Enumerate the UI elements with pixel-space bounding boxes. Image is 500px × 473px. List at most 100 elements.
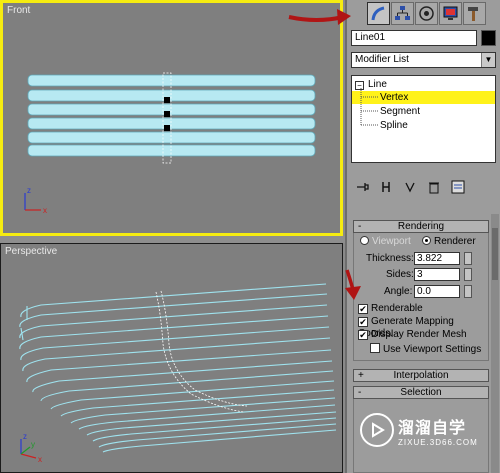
- selection-rollout-header[interactable]: - Selection: [353, 386, 489, 399]
- display-mesh-check[interactable]: ✔: [358, 330, 368, 340]
- front-viewport[interactable]: Front z x: [0, 0, 343, 236]
- display-tab[interactable]: [439, 2, 462, 25]
- chevron-down-icon: ▼: [481, 53, 495, 67]
- motion-icon: [419, 6, 434, 21]
- configure-modifier-sets-button[interactable]: [449, 178, 467, 196]
- stack-tree-lines: [360, 88, 378, 126]
- hierarchy-tab[interactable]: [391, 2, 414, 25]
- renderer-radio[interactable]: Renderer: [422, 236, 476, 248]
- bench-slat: [32, 360, 333, 393]
- renderable-check[interactable]: ✔: [358, 304, 368, 314]
- hierarchy-icon: [395, 6, 410, 20]
- use-viewport-checkbox[interactable]: Use Viewport Settings: [370, 343, 481, 356]
- display-mesh-label: Display Render Mesh: [371, 329, 467, 340]
- renderer-radio-label: Renderer: [434, 236, 476, 247]
- bench-slat: [78, 404, 336, 430]
- perspective-bench-wireframe: z x y: [19, 283, 337, 464]
- bench-slat: [60, 389, 335, 417]
- rendering-rollout-header[interactable]: - Rendering: [353, 220, 489, 233]
- use-viewport-check[interactable]: [370, 343, 380, 353]
- panel-scrollbar[interactable]: [491, 214, 499, 473]
- annotation-arrow-top: [288, 9, 351, 25]
- end-result-icon: [382, 182, 390, 192]
- show-end-result-button[interactable]: [377, 178, 395, 196]
- bench-slat: [19, 304, 328, 339]
- viewport-radio[interactable]: Viewport: [360, 236, 411, 248]
- persp-axis-x-label: x: [38, 455, 42, 464]
- gen-mapping-check[interactable]: ✔: [358, 317, 368, 327]
- interpolation-title: Interpolation: [393, 370, 449, 381]
- bench-slat: [27, 131, 316, 144]
- watermark-play-icon: [360, 413, 394, 447]
- rendering-collapse-sign: -: [358, 221, 362, 232]
- display-icon: [443, 6, 458, 20]
- viewport-separator[interactable]: [0, 236, 345, 243]
- hammer-icon: [468, 7, 478, 21]
- thickness-input[interactable]: 3.822: [414, 252, 460, 265]
- renderable-checkbox[interactable]: ✔ Renderable: [358, 303, 423, 315]
- angle-spinner[interactable]: [464, 285, 472, 298]
- bench-slat: [20, 283, 327, 318]
- bench-slat: [40, 370, 334, 402]
- vertex-marker: [164, 111, 170, 117]
- modify-tab[interactable]: [367, 2, 390, 25]
- angle-input[interactable]: 0.0: [414, 285, 460, 298]
- watermark-chinese: 溜溜自学: [398, 419, 467, 437]
- use-viewport-label: Use Viewport Settings: [383, 344, 482, 355]
- bench-slat: [19, 315, 329, 350]
- annotation-arrow-renderable: [345, 269, 361, 300]
- bench-slat: [19, 293, 328, 328]
- bench-slat: [27, 89, 316, 102]
- perspective-axis-tripod: z x y: [20, 432, 42, 464]
- perspective-viewport[interactable]: Perspective z x y: [0, 243, 343, 473]
- renderable-label: Renderable: [371, 303, 423, 314]
- angle-label: Angle:: [384, 286, 413, 297]
- bench-slat: [20, 326, 330, 361]
- sides-label: Sides:: [386, 269, 414, 280]
- utilities-tab[interactable]: [463, 2, 486, 25]
- pin-icon: [357, 183, 369, 191]
- display-mesh-checkbox[interactable]: ✔ Display Render Mesh: [358, 329, 467, 341]
- persp-axis-z-label: z: [23, 432, 27, 441]
- vertex-marker: [164, 97, 170, 103]
- renderer-radio-button[interactable]: [422, 236, 431, 245]
- watermark-logo: 溜溜自学 ZIXUE.3D66.COM: [360, 412, 492, 448]
- config-icon: [451, 180, 465, 194]
- viewport-radio-button[interactable]: [360, 236, 369, 245]
- modify-icon: [371, 6, 385, 21]
- pin-stack-button[interactable]: [353, 178, 371, 196]
- thickness-spinner[interactable]: [464, 252, 472, 265]
- object-name-field[interactable]: Line01: [351, 30, 477, 46]
- interpolation-expand-sign: +: [358, 370, 364, 381]
- front-axis-tripod: z x: [24, 186, 47, 215]
- command-panel-tabs: [367, 2, 486, 26]
- bench-slat: [26, 349, 332, 383]
- bench-slat: [27, 103, 316, 116]
- unique-icon: [405, 182, 415, 193]
- watermark-pinyin: ZIXUE.3D66.COM: [398, 437, 478, 447]
- sides-spinner[interactable]: [464, 268, 472, 281]
- interpolation-rollout-header[interactable]: + Interpolation: [353, 369, 489, 382]
- modifier-list-dropdown[interactable]: Modifier List ▼: [351, 52, 496, 68]
- command-panel: Line01 Modifier List ▼ − Line Vertex Segm…: [288, 0, 500, 473]
- remove-modifier-button[interactable]: [425, 178, 443, 196]
- panel-scroll-thumb[interactable]: [492, 228, 498, 280]
- selection-collapse-sign: -: [358, 387, 362, 398]
- vertex-marker: [164, 125, 170, 131]
- rendering-rollout-body: Viewport Renderer Thickness: 3.822 Sides…: [353, 233, 489, 361]
- bench-slat: [27, 117, 316, 130]
- modifier-stack[interactable]: − Line Vertex Segment Spline: [351, 75, 496, 163]
- motion-tab[interactable]: [415, 2, 438, 25]
- modifier-stack-toolbar: [353, 176, 497, 198]
- object-color-swatch[interactable]: [481, 30, 496, 46]
- bench-slat: [27, 144, 316, 157]
- sides-input[interactable]: 3: [414, 268, 460, 281]
- persp-axis-y-label: y: [31, 440, 35, 449]
- modifier-list-label: Modifier List: [355, 54, 409, 65]
- make-unique-button[interactable]: [401, 178, 419, 196]
- thickness-label: Thickness:: [366, 253, 414, 264]
- watermark-text: 溜溜自学 ZIXUE.3D66.COM: [398, 414, 478, 447]
- bench-slat: [27, 74, 316, 87]
- selection-title: Selection: [400, 387, 442, 398]
- front-axis-x-label: x: [43, 206, 47, 215]
